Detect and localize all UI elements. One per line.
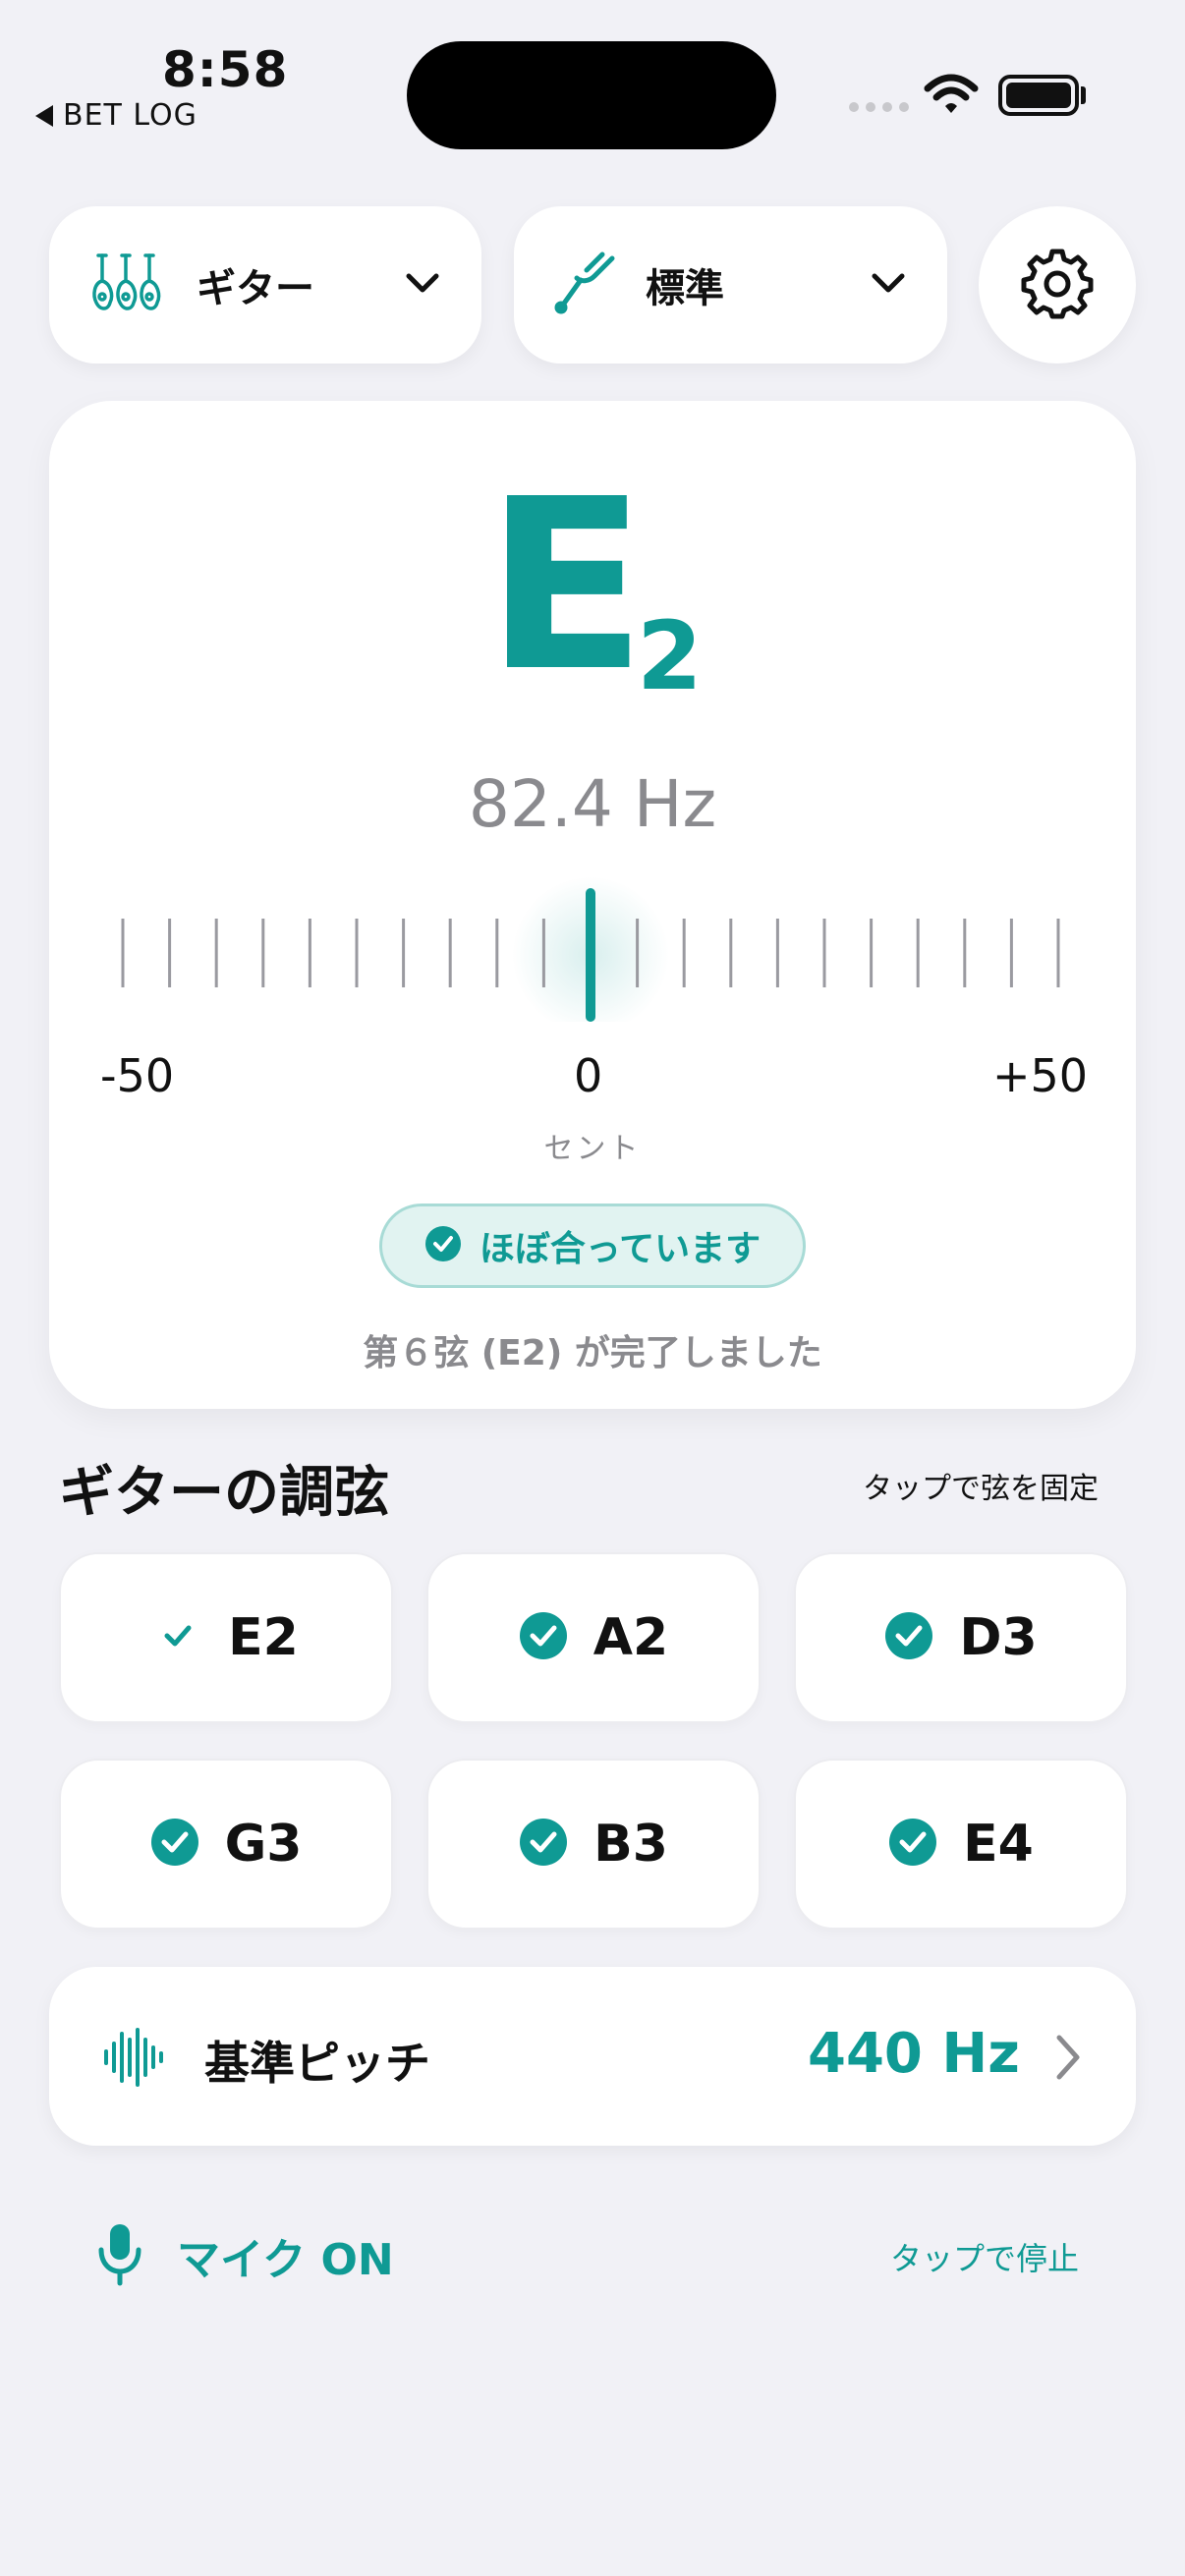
check-circle-icon bbox=[150, 1818, 199, 1871]
reference-pitch-value: 440 Hz bbox=[808, 2022, 1020, 2086]
cents-unit-label: セント bbox=[543, 1132, 642, 1166]
string-button-e4[interactable]: E4 bbox=[794, 1759, 1128, 1930]
detected-note: E bbox=[485, 448, 647, 723]
waveform-icon bbox=[102, 2026, 165, 2093]
chevron-down-icon bbox=[871, 271, 906, 299]
back-to-app-link[interactable]: BET LOG bbox=[35, 98, 198, 133]
string-label: E2 bbox=[228, 1608, 299, 1667]
instruments-icon bbox=[88, 252, 163, 318]
chevron-right-icon bbox=[1053, 2034, 1083, 2085]
check-circle-icon bbox=[424, 1225, 462, 1266]
string-label: E4 bbox=[963, 1815, 1034, 1874]
back-app-label: BET LOG bbox=[63, 98, 198, 133]
string-label: G3 bbox=[224, 1815, 303, 1874]
string-button-g3[interactable]: G3 bbox=[59, 1759, 393, 1930]
strings-section-hint: タップで弦を固定 bbox=[863, 1472, 1099, 1506]
battery-icon bbox=[998, 75, 1079, 116]
check-circle-icon bbox=[888, 1818, 937, 1871]
cellular-signal-icon bbox=[849, 102, 909, 112]
scale-max-label: +50 bbox=[992, 1049, 1089, 1102]
gear-icon bbox=[1020, 246, 1095, 324]
tuning-status-badge: ほぼ合っています bbox=[379, 1204, 806, 1288]
check-circle-icon bbox=[519, 1611, 568, 1664]
strings-section-title: ギターの調弦 bbox=[59, 1461, 389, 1525]
instrument-label: ギター bbox=[197, 266, 314, 311]
scale-zero-label: 0 bbox=[574, 1049, 603, 1102]
detected-octave: 2 bbox=[637, 601, 703, 711]
mic-stop-hint[interactable]: タップで停止 bbox=[890, 2234, 1079, 2279]
back-arrow-icon bbox=[35, 104, 53, 127]
string-button-e2[interactable]: E2 bbox=[59, 1552, 393, 1723]
completion-message: 第６弦 (E2) が完了しました bbox=[363, 1333, 822, 1373]
string-button-a2[interactable]: A2 bbox=[426, 1552, 761, 1723]
check-circle-icon bbox=[153, 1611, 202, 1664]
string-label: D3 bbox=[959, 1608, 1038, 1667]
cents-meter bbox=[121, 876, 1060, 1022]
microphone-icon bbox=[96, 2222, 143, 2291]
instrument-selector[interactable]: ギター bbox=[49, 206, 481, 364]
tuning-label: 標準 bbox=[646, 266, 724, 311]
reference-pitch-label: 基準ピッチ bbox=[204, 2037, 430, 2090]
tuning-status-text: ほぼ合っています bbox=[479, 1229, 762, 1269]
status-time: 8:58 bbox=[162, 41, 289, 98]
check-circle-icon bbox=[519, 1818, 568, 1871]
tuning-fork-icon bbox=[553, 251, 618, 319]
string-button-b3[interactable]: B3 bbox=[426, 1759, 761, 1930]
string-button-d3[interactable]: D3 bbox=[794, 1552, 1128, 1723]
wifi-icon bbox=[924, 73, 979, 120]
string-label: A2 bbox=[592, 1608, 669, 1667]
string-label: B3 bbox=[593, 1815, 668, 1874]
check-circle-icon bbox=[884, 1611, 933, 1664]
settings-button[interactable] bbox=[979, 206, 1136, 364]
battery-cap bbox=[1081, 86, 1086, 104]
dynamic-island bbox=[407, 41, 776, 149]
mic-status-label: マイク ON bbox=[177, 2235, 394, 2285]
detected-frequency: 82.4 Hz bbox=[468, 766, 717, 842]
tuning-selector[interactable]: 標準 bbox=[514, 206, 947, 364]
tuning-needle bbox=[586, 888, 595, 1022]
scale-min-label: -50 bbox=[100, 1049, 175, 1102]
chevron-down-icon bbox=[405, 271, 440, 299]
